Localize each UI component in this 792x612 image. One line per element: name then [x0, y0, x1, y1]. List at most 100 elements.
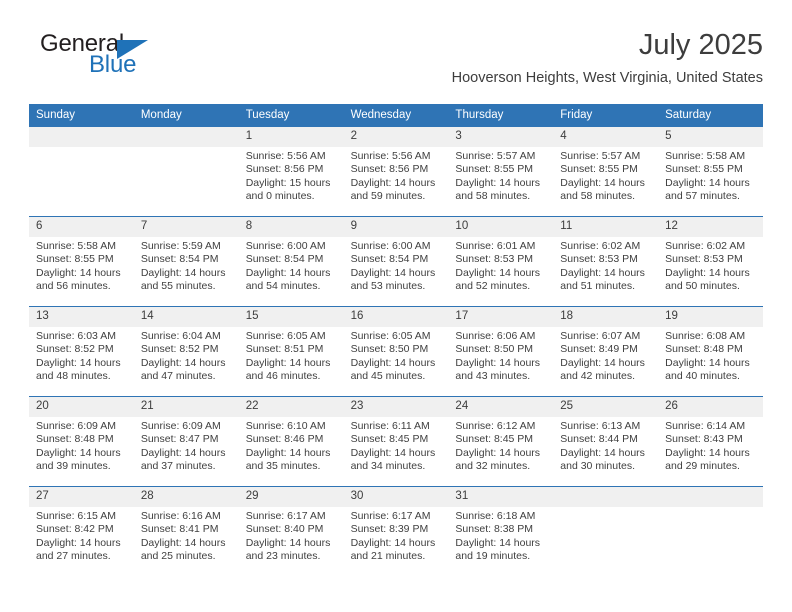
- daylight-text-line2: and 21 minutes.: [350, 550, 426, 563]
- daylight-text-line1: Daylight: 14 hours: [455, 176, 541, 189]
- day-cell[interactable]: 30 Sunrise: 6:17 AM Sunset: 8:39 PM Dayl…: [343, 487, 449, 576]
- daylight-text-line1: Daylight: 14 hours: [350, 356, 436, 369]
- day-number: 1: [238, 127, 344, 147]
- day-cell[interactable]: 21 Sunrise: 6:09 AM Sunset: 8:47 PM Dayl…: [133, 397, 239, 486]
- sunrise-text: Sunrise: 6:05 AM: [350, 330, 431, 342]
- day-cell[interactable]: 11 Sunrise: 6:02 AM Sunset: 8:53 PM Dayl…: [553, 217, 659, 306]
- day-details: Sunrise: 6:05 AM Sunset: 8:51 PM Dayligh…: [239, 327, 344, 384]
- daylight-text-line1: Daylight: 14 hours: [36, 446, 121, 459]
- sunrise-text: Sunrise: 6:03 AM: [36, 330, 116, 342]
- daylight-text-line1: Daylight: 14 hours: [560, 446, 645, 459]
- day-details: Sunrise: 6:00 AM Sunset: 8:54 PM Dayligh…: [239, 237, 344, 294]
- day-number: 31: [448, 487, 554, 507]
- day-cell[interactable]: 10 Sunrise: 6:01 AM Sunset: 8:53 PM Dayl…: [448, 217, 554, 306]
- day-cell[interactable]: 1 Sunrise: 5:56 AM Sunset: 8:56 PM Dayli…: [238, 127, 344, 216]
- daylight-text-line2: and 42 minutes.: [560, 370, 635, 383]
- day-details: Sunrise: 6:06 AM Sunset: 8:50 PM Dayligh…: [448, 327, 553, 384]
- location-subtitle: Hooverson Heights, West Virginia, United…: [451, 70, 763, 86]
- day-cell[interactable]: 8 Sunrise: 6:00 AM Sunset: 8:54 PM Dayli…: [238, 217, 344, 306]
- day-cell[interactable]: 31 Sunrise: 6:18 AM Sunset: 8:38 PM Dayl…: [448, 487, 554, 576]
- day-cell: [553, 487, 659, 576]
- daylight-text-line1: Daylight: 14 hours: [665, 266, 750, 279]
- day-details: Sunrise: 5:58 AM Sunset: 8:55 PM Dayligh…: [29, 237, 134, 294]
- day-cell[interactable]: 13 Sunrise: 6:03 AM Sunset: 8:52 PM Dayl…: [29, 307, 134, 396]
- daylight-text-line2: and 54 minutes.: [245, 280, 321, 293]
- day-cell[interactable]: 2 Sunrise: 5:56 AM Sunset: 8:56 PM Dayli…: [343, 127, 449, 216]
- day-cell[interactable]: 28 Sunrise: 6:16 AM Sunset: 8:41 PM Dayl…: [133, 487, 239, 576]
- day-number: 4: [553, 127, 659, 147]
- daylight-text-line2: and 59 minutes.: [350, 190, 426, 203]
- sunrise-text: Sunrise: 6:11 AM: [350, 420, 430, 432]
- day-cell[interactable]: 23 Sunrise: 6:11 AM Sunset: 8:45 PM Dayl…: [343, 397, 449, 486]
- day-cell[interactable]: 15 Sunrise: 6:05 AM Sunset: 8:51 PM Dayl…: [238, 307, 344, 396]
- sunrise-text: Sunrise: 6:02 AM: [560, 240, 641, 252]
- sunrise-text: Sunrise: 6:06 AM: [455, 330, 536, 342]
- sunrise-text: Sunrise: 6:09 AM: [36, 420, 116, 432]
- day-cell[interactable]: 6 Sunrise: 5:58 AM Sunset: 8:55 PM Dayli…: [29, 217, 134, 306]
- weekday-header-row: Sunday Monday Tuesday Wednesday Thursday…: [29, 104, 763, 127]
- daylight-text-line1: Daylight: 14 hours: [560, 356, 645, 369]
- daylight-text-line1: Daylight: 14 hours: [455, 446, 541, 459]
- day-cell[interactable]: 24 Sunrise: 6:12 AM Sunset: 8:45 PM Dayl…: [448, 397, 554, 486]
- sunset-text: Sunset: 8:43 PM: [665, 433, 743, 446]
- day-cell[interactable]: 18 Sunrise: 6:07 AM Sunset: 8:49 PM Dayl…: [553, 307, 659, 396]
- sunrise-text: Sunrise: 6:07 AM: [560, 330, 641, 342]
- general-blue-logo[interactable]: General Blue: [29, 28, 259, 84]
- day-number: 22: [238, 397, 344, 417]
- day-cell[interactable]: 20 Sunrise: 6:09 AM Sunset: 8:48 PM Dayl…: [29, 397, 134, 486]
- day-cell[interactable]: 26 Sunrise: 6:14 AM Sunset: 8:43 PM Dayl…: [658, 397, 763, 486]
- day-cell[interactable]: 16 Sunrise: 6:05 AM Sunset: 8:50 PM Dayl…: [343, 307, 449, 396]
- daylight-text-line2: and 27 minutes.: [36, 550, 111, 563]
- sunset-text: Sunset: 8:51 PM: [245, 343, 324, 356]
- day-cell[interactable]: 27 Sunrise: 6:15 AM Sunset: 8:42 PM Dayl…: [29, 487, 134, 576]
- daylight-text-line1: Daylight: 14 hours: [140, 536, 226, 549]
- sunrise-text: Sunrise: 6:02 AM: [665, 240, 746, 252]
- sunrise-text: Sunrise: 6:09 AM: [140, 420, 221, 432]
- day-cell[interactable]: 14 Sunrise: 6:04 AM Sunset: 8:52 PM Dayl…: [133, 307, 239, 396]
- day-cell[interactable]: 3 Sunrise: 5:57 AM Sunset: 8:55 PM Dayli…: [448, 127, 554, 216]
- day-cell[interactable]: 5 Sunrise: 5:58 AM Sunset: 8:55 PM Dayli…: [658, 127, 763, 216]
- daylight-text-line1: Daylight: 14 hours: [665, 356, 750, 369]
- day-details: Sunrise: 6:04 AM Sunset: 8:52 PM Dayligh…: [134, 327, 239, 384]
- day-details: Sunrise: 5:58 AM Sunset: 8:55 PM Dayligh…: [658, 147, 763, 204]
- daylight-text-line2: and 45 minutes.: [350, 370, 426, 383]
- day-number: 29: [238, 487, 344, 507]
- daylight-text-line1: Daylight: 14 hours: [140, 266, 226, 279]
- day-cell[interactable]: 19 Sunrise: 6:08 AM Sunset: 8:48 PM Dayl…: [658, 307, 763, 396]
- day-number: 13: [29, 307, 134, 327]
- day-number: 2: [343, 127, 449, 147]
- day-details: Sunrise: 6:09 AM Sunset: 8:48 PM Dayligh…: [29, 417, 134, 474]
- day-cell[interactable]: 22 Sunrise: 6:10 AM Sunset: 8:46 PM Dayl…: [238, 397, 344, 486]
- sunset-text: Sunset: 8:53 PM: [560, 253, 638, 266]
- day-cell[interactable]: 7 Sunrise: 5:59 AM Sunset: 8:54 PM Dayli…: [133, 217, 239, 306]
- sunrise-text: Sunrise: 5:58 AM: [665, 150, 746, 162]
- page-title: July 2025: [638, 29, 763, 61]
- sunrise-text: Sunrise: 6:00 AM: [245, 240, 326, 252]
- sunset-text: Sunset: 8:46 PM: [245, 433, 324, 446]
- day-cell[interactable]: 12 Sunrise: 6:02 AM Sunset: 8:53 PM Dayl…: [658, 217, 763, 306]
- week-row: 1 Sunrise: 5:56 AM Sunset: 8:56 PM Dayli…: [29, 127, 763, 216]
- day-cell[interactable]: 25 Sunrise: 6:13 AM Sunset: 8:44 PM Dayl…: [553, 397, 659, 486]
- sunrise-text: Sunrise: 6:04 AM: [140, 330, 221, 342]
- daylight-text-line2: and 30 minutes.: [560, 460, 635, 473]
- daylight-text-line1: Daylight: 14 hours: [350, 446, 436, 459]
- day-cell[interactable]: 4 Sunrise: 5:57 AM Sunset: 8:55 PM Dayli…: [553, 127, 659, 216]
- day-details: Sunrise: 6:15 AM Sunset: 8:42 PM Dayligh…: [29, 507, 134, 564]
- day-cell[interactable]: 9 Sunrise: 6:00 AM Sunset: 8:54 PM Dayli…: [343, 217, 449, 306]
- day-cell[interactable]: 29 Sunrise: 6:17 AM Sunset: 8:40 PM Dayl…: [238, 487, 344, 576]
- day-details: Sunrise: 6:14 AM Sunset: 8:43 PM Dayligh…: [658, 417, 763, 474]
- day-details: Sunrise: 6:17 AM Sunset: 8:39 PM Dayligh…: [344, 507, 449, 564]
- daylight-text-line2: and 25 minutes.: [140, 550, 216, 563]
- daylight-text-line1: Daylight: 14 hours: [245, 446, 331, 459]
- day-number: 19: [658, 307, 763, 327]
- sunset-text: Sunset: 8:38 PM: [455, 523, 534, 536]
- sunset-text: Sunset: 8:54 PM: [245, 253, 324, 266]
- day-number: 16: [343, 307, 449, 327]
- day-details: Sunrise: 6:03 AM Sunset: 8:52 PM Dayligh…: [29, 327, 134, 384]
- week-row: 6 Sunrise: 5:58 AM Sunset: 8:55 PM Dayli…: [29, 216, 763, 306]
- day-cell[interactable]: 17 Sunrise: 6:06 AM Sunset: 8:50 PM Dayl…: [448, 307, 554, 396]
- day-details: Sunrise: 6:17 AM Sunset: 8:40 PM Dayligh…: [239, 507, 344, 564]
- weekday-header-wednesday: Wednesday: [350, 109, 412, 121]
- daylight-text-line2: and 52 minutes.: [455, 280, 531, 293]
- day-details: Sunrise: 5:57 AM Sunset: 8:55 PM Dayligh…: [448, 147, 553, 204]
